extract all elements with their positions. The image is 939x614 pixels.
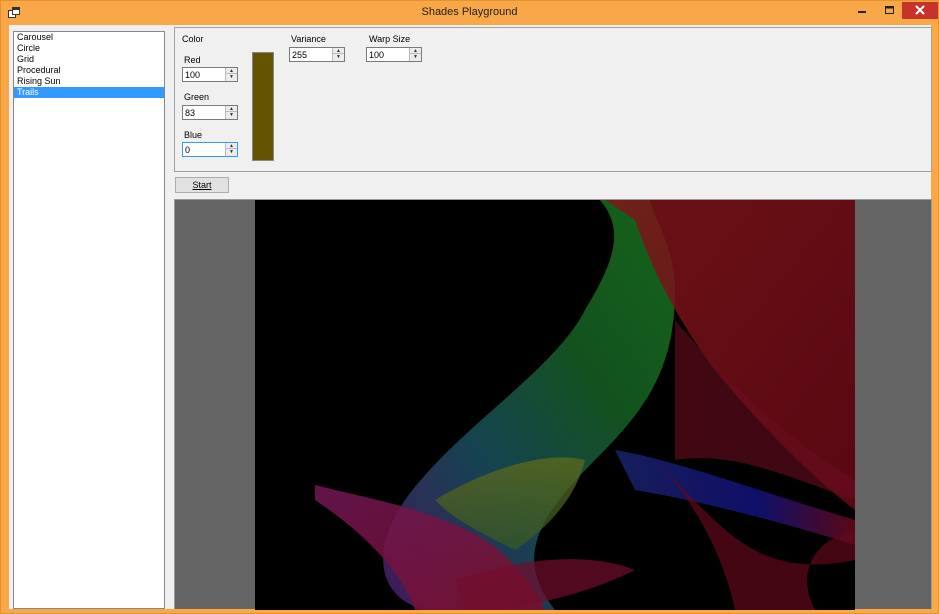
trails-artwork [255, 200, 855, 610]
maximize-icon [885, 6, 894, 14]
main-window: Shades Playground Carousel Circle Grid Proc… [0, 0, 939, 614]
blue-input[interactable]: 0 ▲ ▼ [182, 142, 238, 157]
spin-down-icon[interactable]: ▼ [226, 149, 237, 155]
maximize-button[interactable] [877, 2, 902, 19]
list-item[interactable]: Circle [14, 43, 164, 54]
spin-down-icon[interactable]: ▼ [410, 54, 421, 60]
blue-label: Blue [184, 130, 203, 140]
minimize-icon [858, 11, 866, 13]
color-label: Color [182, 34, 204, 44]
green-input[interactable]: 83 ▲ ▼ [182, 105, 238, 120]
spin-down-icon[interactable]: ▼ [333, 54, 344, 60]
list-item[interactable]: Carousel [14, 32, 164, 43]
pattern-list[interactable]: Carousel Circle Grid Procedural Rising Sun Tr… [13, 31, 165, 609]
color-swatch [252, 52, 274, 161]
warp-size-label: Warp Size [369, 34, 411, 44]
render-canvas[interactable] [255, 200, 855, 610]
list-item[interactable]: Grid [14, 54, 164, 65]
blue-spinner[interactable]: ▲ ▼ [225, 143, 237, 156]
spin-down-icon[interactable]: ▼ [226, 74, 237, 80]
warp-size-input[interactable]: 100 ▲ ▼ [366, 47, 422, 62]
red-input[interactable]: 100 ▲ ▼ [182, 67, 238, 82]
red-spinner[interactable]: ▲ ▼ [225, 68, 237, 81]
window-title: Shades Playground [421, 6, 518, 18]
variance-value: 255 [292, 50, 308, 60]
title-bar[interactable]: Shades Playground [1, 1, 938, 25]
minimize-button[interactable] [849, 2, 875, 19]
red-value: 100 [185, 70, 201, 80]
list-item[interactable]: Trails [14, 87, 164, 98]
red-label: Red [184, 55, 201, 65]
render-area [174, 199, 932, 610]
spin-down-icon[interactable]: ▼ [226, 112, 237, 118]
green-label: Green [184, 92, 210, 102]
warp-size-spinner[interactable]: ▲ ▼ [409, 48, 421, 61]
start-button-label: Start [192, 180, 212, 190]
list-item[interactable]: Procedural [14, 65, 164, 76]
start-button[interactable]: Start [175, 177, 229, 193]
green-value: 83 [185, 108, 196, 118]
client-area: Carousel Circle Grid Procedural Rising Sun Tr… [9, 25, 932, 610]
variance-label: Variance [291, 34, 326, 44]
variance-input[interactable]: 255 ▲ ▼ [289, 47, 345, 62]
close-button[interactable] [902, 2, 938, 19]
list-item[interactable]: Rising Sun [14, 76, 164, 87]
blue-value: 0 [185, 145, 191, 155]
variance-spinner[interactable]: ▲ ▼ [332, 48, 344, 61]
green-spinner[interactable]: ▲ ▼ [225, 106, 237, 119]
color-settings-panel: Color Red 100 ▲ ▼ Green 83 ▲ ▼ Blue 0 ▲ … [174, 27, 932, 172]
close-icon [915, 5, 925, 15]
warp-size-value: 100 [369, 50, 385, 60]
